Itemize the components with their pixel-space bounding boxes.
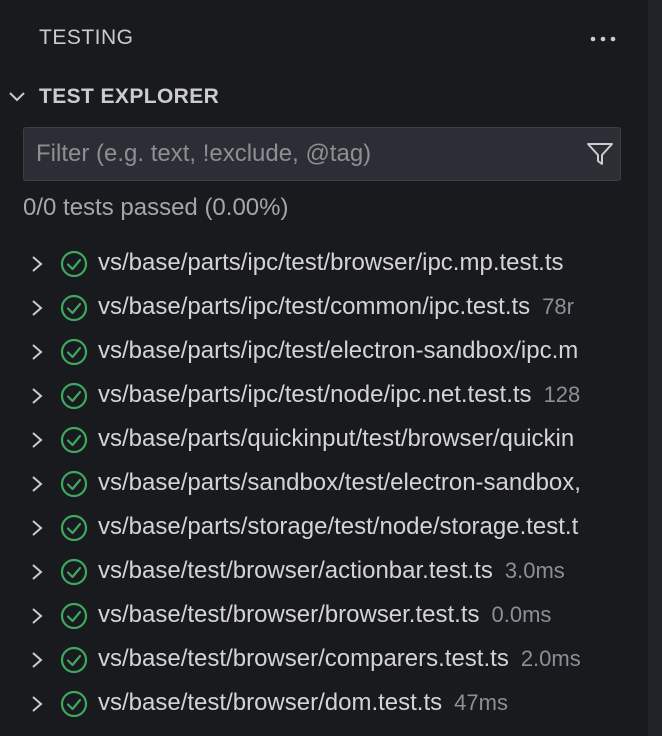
test-label: vs/base/parts/storage/test/node/storage.…	[98, 513, 579, 540]
chevron-right-icon[interactable]	[26, 605, 48, 627]
ellipsis-icon	[590, 36, 616, 42]
test-row[interactable]: vs/base/parts/ipc/test/node/ipc.net.test…	[0, 374, 648, 418]
test-duration: 3.0ms	[504, 558, 565, 583]
test-explorer-section-header[interactable]: TEST EXPLORER	[0, 76, 648, 118]
test-row-text: vs/base/test/browser/comparers.test.ts 2.…	[98, 645, 581, 673]
test-duration: 0.0ms	[491, 602, 552, 627]
test-row-text: vs/base/parts/ipc/test/electron-sandbox/…	[98, 337, 590, 365]
test-row[interactable]: vs/base/parts/quickinput/test/browser/qu…	[0, 418, 648, 462]
test-label: vs/base/test/browser/browser.test.ts	[98, 601, 480, 628]
test-row[interactable]: vs/base/test/browser/actionbar.test.ts 3.…	[0, 550, 648, 594]
chevron-right-icon[interactable]	[26, 473, 48, 495]
test-row-text: vs/base/parts/ipc/test/node/ipc.net.test…	[98, 381, 580, 409]
chevron-right-icon[interactable]	[26, 429, 48, 451]
filter-icon[interactable]	[585, 139, 615, 169]
test-passed-icon	[60, 558, 88, 586]
test-duration: 47ms	[454, 690, 508, 715]
test-row[interactable]: vs/base/parts/ipc/test/browser/ipc.mp.te…	[0, 242, 648, 286]
test-duration: 78r	[542, 294, 574, 319]
test-passed-icon	[60, 382, 88, 410]
test-row-text: vs/base/test/browser/browser.test.ts 0.0m…	[98, 601, 551, 629]
test-passed-icon	[60, 514, 88, 542]
test-row-text: vs/base/parts/sandbox/test/electron-sand…	[98, 469, 593, 497]
test-row-text: vs/base/parts/quickinput/test/browser/qu…	[98, 425, 586, 453]
chevron-right-icon[interactable]	[26, 297, 48, 319]
test-passed-icon	[60, 338, 88, 366]
test-label: vs/base/parts/ipc/test/node/ipc.net.test…	[98, 381, 532, 408]
test-label: vs/base/parts/ipc/test/browser/ipc.mp.te…	[98, 249, 564, 276]
testing-panel: TESTING TEST EXPLORER 0/0 tests passed (…	[0, 0, 662, 736]
view-title: TESTING	[39, 26, 134, 49]
test-summary: 0/0 tests passed (0.00%)	[23, 194, 289, 221]
section-title: TEST EXPLORER	[39, 85, 220, 108]
chevron-right-icon[interactable]	[26, 649, 48, 671]
test-passed-icon	[60, 470, 88, 498]
test-row-text: vs/base/parts/ipc/test/browser/ipc.mp.te…	[98, 249, 576, 277]
test-row[interactable]: vs/base/test/browser/browser.test.ts 0.0m…	[0, 594, 648, 638]
test-label: vs/base/parts/sandbox/test/electron-sand…	[98, 469, 581, 496]
chevron-down-icon	[9, 92, 25, 102]
test-passed-icon	[60, 294, 88, 322]
test-duration: 128	[543, 382, 581, 407]
test-row[interactable]: vs/base/test/browser/comparers.test.ts 2.…	[0, 638, 648, 682]
test-duration: 2.0ms	[520, 646, 581, 671]
test-passed-icon	[60, 690, 88, 718]
test-list: vs/base/parts/ipc/test/browser/ipc.mp.te…	[0, 242, 648, 726]
test-passed-icon	[60, 602, 88, 630]
chevron-right-icon[interactable]	[26, 341, 48, 363]
test-row[interactable]: vs/base/parts/ipc/test/common/ipc.test.t…	[0, 286, 648, 330]
chevron-right-icon[interactable]	[26, 253, 48, 275]
test-row-text: vs/base/parts/ipc/test/common/ipc.test.t…	[98, 293, 574, 321]
test-row-text: vs/base/parts/storage/test/node/storage.…	[98, 513, 590, 541]
chevron-right-icon[interactable]	[26, 693, 48, 715]
test-passed-icon	[60, 646, 88, 674]
test-row[interactable]: vs/base/parts/sandbox/test/electron-sand…	[0, 462, 648, 506]
test-passed-icon	[60, 250, 88, 278]
test-row[interactable]: vs/base/test/browser/dom.test.ts 47ms	[0, 682, 648, 726]
test-label: vs/base/parts/ipc/test/electron-sandbox/…	[98, 337, 579, 364]
test-row-text: vs/base/test/browser/actionbar.test.ts 3.…	[98, 557, 565, 585]
test-row-text: vs/base/test/browser/dom.test.ts 47ms	[98, 689, 508, 717]
test-row[interactable]: vs/base/parts/storage/test/node/storage.…	[0, 506, 648, 550]
chevron-right-icon[interactable]	[26, 517, 48, 539]
filter-input[interactable]	[24, 128, 576, 180]
test-row[interactable]: vs/base/parts/ipc/test/electron-sandbox/…	[0, 330, 648, 374]
view-header: TESTING	[0, 0, 648, 76]
test-passed-icon	[60, 426, 88, 454]
scrollbar-track[interactable]	[648, 0, 662, 736]
test-label: vs/base/test/browser/dom.test.ts	[98, 689, 443, 716]
test-label: vs/base/parts/quickinput/test/browser/qu…	[98, 425, 575, 452]
chevron-right-icon[interactable]	[26, 385, 48, 407]
test-label: vs/base/test/browser/comparers.test.ts	[98, 645, 509, 672]
test-label: vs/base/parts/ipc/test/common/ipc.test.t…	[98, 293, 531, 320]
filter-box	[23, 127, 621, 181]
chevron-right-icon[interactable]	[26, 561, 48, 583]
more-actions-button[interactable]	[586, 24, 620, 54]
test-label: vs/base/test/browser/actionbar.test.ts	[98, 557, 493, 584]
